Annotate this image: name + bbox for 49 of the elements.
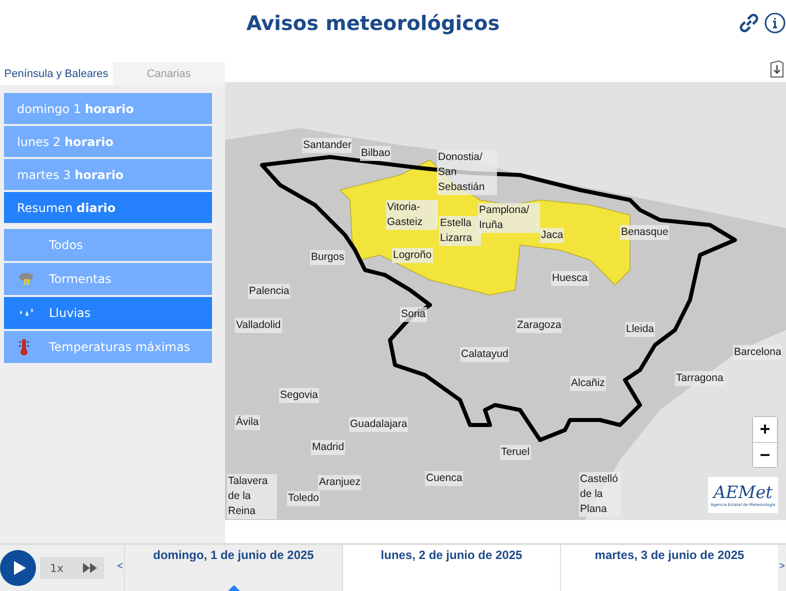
city-label: Vitoria- Gasteiz	[386, 200, 438, 230]
city-label: Talavera de la Reina	[227, 474, 277, 519]
city-label: Burgos	[310, 250, 346, 265]
day-tab[interactable]: lunes, 2 de junio de 2025	[342, 545, 560, 591]
speed-label: 1x	[50, 562, 64, 574]
city-label: Bilbao	[360, 146, 392, 161]
city-label: Soria	[400, 307, 427, 322]
city-label: Calatayud	[460, 347, 510, 362]
speed-control[interactable]: 1x	[40, 557, 104, 579]
city-label: Valladolid	[235, 318, 282, 333]
city-label: Logroño	[392, 248, 433, 263]
city-label: Toledo	[287, 491, 320, 506]
city-label: Barcelona	[733, 345, 782, 360]
city-label: Benasque	[620, 225, 670, 240]
period-menu-item[interactable]: Resumen diario	[4, 192, 212, 223]
raindrops-icon	[18, 307, 34, 319]
zoom-out-button[interactable]: −	[753, 442, 777, 467]
fast-forward-icon[interactable]	[82, 562, 98, 574]
city-label: Madrid	[311, 440, 346, 455]
city-label: Santander	[302, 138, 352, 153]
day-tab[interactable]: martes, 3 de junio de 2025	[560, 545, 778, 591]
play-button[interactable]	[0, 550, 36, 586]
city-label: Donostia/ San Sebastián	[437, 150, 497, 195]
city-label: Estella Lizarra	[439, 216, 481, 246]
city-label: Segovia	[279, 388, 319, 403]
city-label: Guadalajara	[349, 417, 408, 432]
city-label: Tarragona	[675, 371, 724, 386]
logo-wordmark: AEMet	[714, 484, 772, 502]
city-label: Zaragoza	[516, 318, 562, 333]
play-icon	[12, 560, 26, 576]
city-label: Ávila	[235, 415, 260, 430]
storm-cloud-icon	[18, 272, 34, 286]
city-label: Palencia	[248, 284, 290, 299]
city-label: Alcañiz	[570, 376, 606, 391]
info-icon[interactable]	[764, 12, 786, 34]
download-icon[interactable]	[770, 60, 784, 78]
page-title: Avisos meteorológicos	[246, 11, 501, 35]
city-label: Huesca	[551, 271, 589, 286]
city-label: Pamplona/ Iruña	[478, 203, 540, 233]
city-label: Teruel	[500, 445, 531, 460]
thermometer-icon	[18, 338, 30, 356]
city-label: Castelló de la Plana	[579, 472, 621, 517]
region-tab[interactable]: Península y Baleares	[0, 62, 112, 85]
city-label: Cuenca	[425, 471, 464, 486]
phenomenon-menu-item[interactable]: Lluvias	[4, 297, 212, 329]
city-label: Lleida	[625, 322, 656, 337]
city-label: Aranjuez	[318, 475, 362, 490]
city-label: Jaca	[540, 228, 564, 243]
link-icon[interactable]	[738, 12, 760, 34]
